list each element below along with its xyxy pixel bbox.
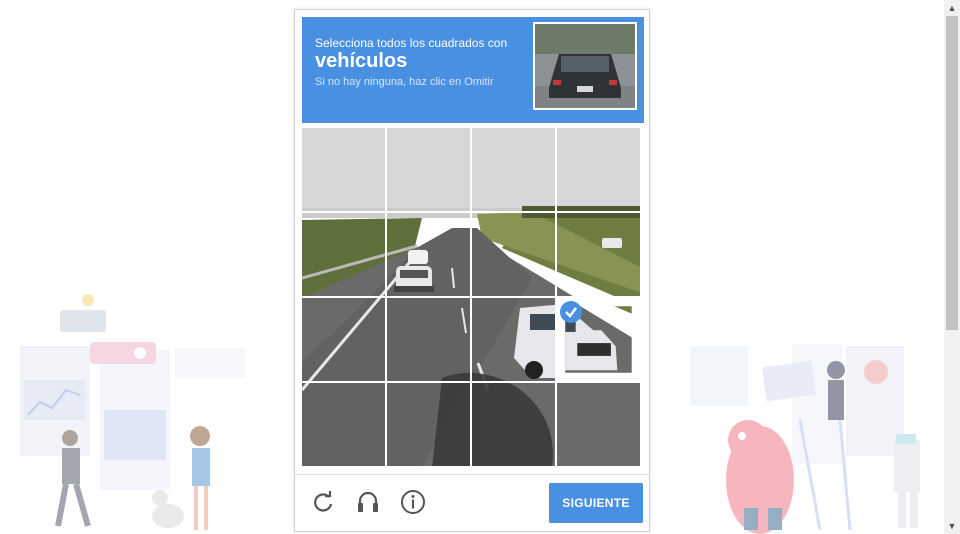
scroll-down-arrow-icon[interactable]: ▼	[944, 518, 960, 534]
page-scrollbar[interactable]: ▲ ▼	[944, 0, 960, 534]
audio-icon[interactable]	[354, 488, 382, 516]
grid-tile-1[interactable]	[302, 128, 385, 211]
captcha-instructions-header: Selecciona todos los cuadrados con vehíc…	[302, 17, 644, 123]
grid-tile-13[interactable]	[302, 383, 385, 466]
footer-divider	[295, 474, 649, 475]
selected-check-icon	[560, 301, 582, 323]
grid-tile-9[interactable]	[302, 298, 385, 381]
scrollbar-thumb[interactable]	[946, 16, 958, 330]
sample-image	[533, 22, 637, 110]
background-illustration-right	[690, 344, 920, 534]
scroll-up-arrow-icon[interactable]: ▲	[944, 0, 960, 16]
next-button[interactable]: SIGUIENTE	[549, 483, 643, 523]
grid-tile-4[interactable]	[557, 128, 640, 211]
captcha-challenge: Selecciona todos los cuadrados con vehíc…	[294, 9, 650, 532]
grid-tile-8[interactable]	[557, 213, 640, 296]
grid-tile-10[interactable]	[387, 298, 470, 381]
background-illustration-left	[20, 294, 245, 530]
instruction-object: vehículos	[315, 50, 408, 72]
grid-tile-7[interactable]	[472, 213, 555, 296]
grid-tile-11[interactable]	[472, 298, 555, 381]
grid-tile-3[interactable]	[472, 128, 555, 211]
reload-icon[interactable]	[309, 488, 337, 516]
grid-tile-12[interactable]	[557, 298, 640, 381]
info-icon[interactable]	[399, 488, 427, 516]
image-grid	[302, 128, 642, 468]
instruction-hint: Si no hay ninguna, haz clic en Omitir	[315, 76, 494, 88]
grid-tile-14[interactable]	[387, 383, 470, 466]
grid-tile-5[interactable]	[302, 213, 385, 296]
instruction-text: Selecciona todos los cuadrados con	[315, 36, 508, 50]
grid-tile-2[interactable]	[387, 128, 470, 211]
grid-tile-16[interactable]	[557, 383, 640, 466]
grid-tile-15[interactable]	[472, 383, 555, 466]
grid-tile-6[interactable]	[387, 213, 470, 296]
